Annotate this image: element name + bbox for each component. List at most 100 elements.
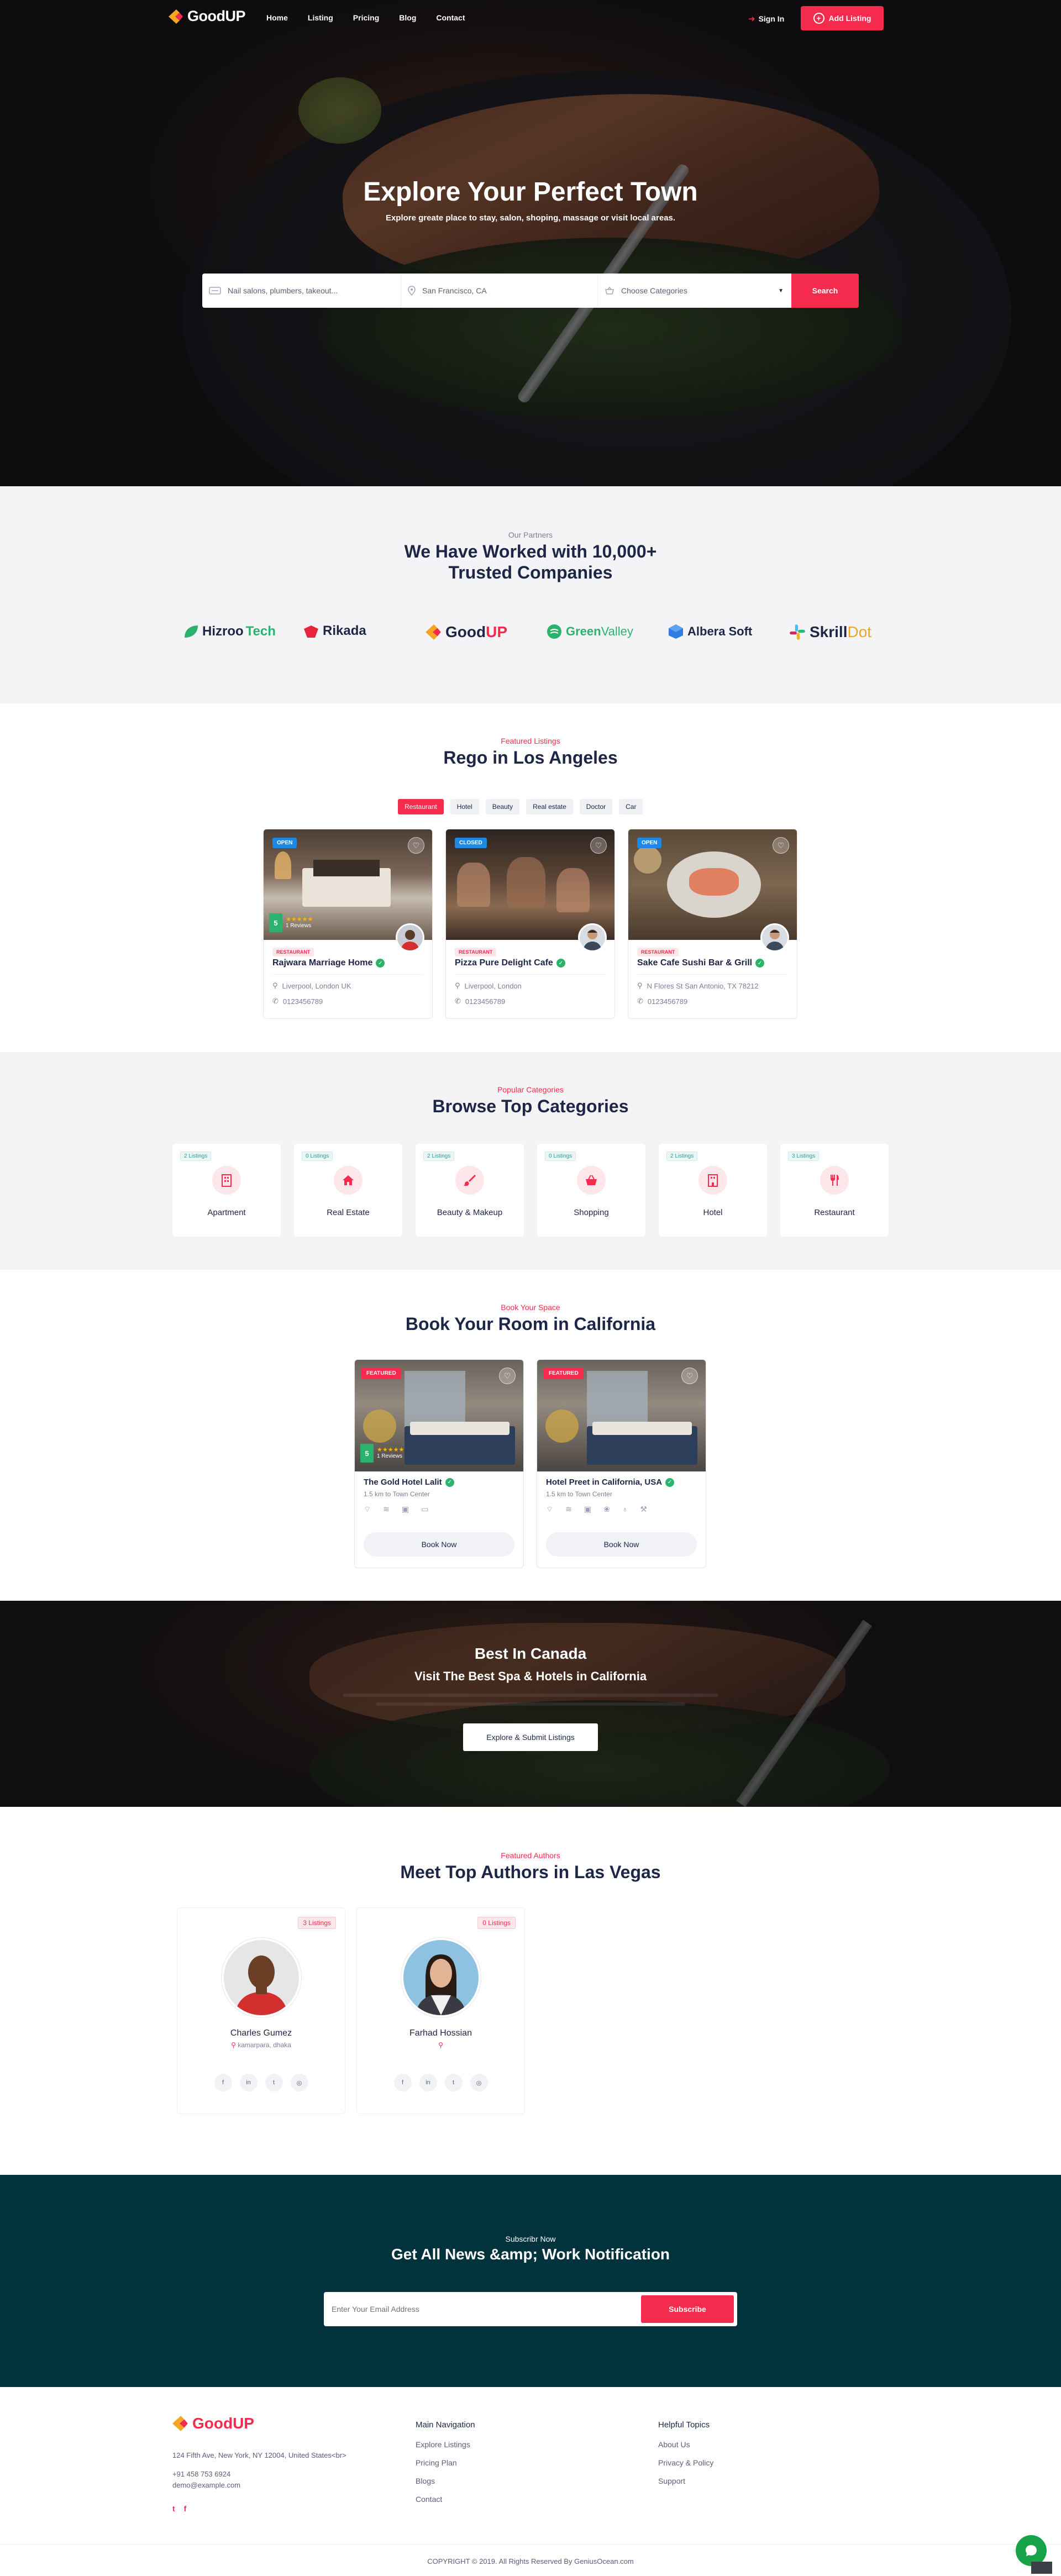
signin-link[interactable]: ➜ Sign In — [748, 14, 784, 24]
twitter-icon[interactable]: t — [172, 2504, 175, 2513]
twitter-icon[interactable]: t — [265, 2074, 283, 2091]
filter-doctor[interactable]: Doctor — [579, 799, 613, 814]
instagram-icon[interactable]: ◎ — [470, 2074, 488, 2091]
listing-card[interactable]: OPEN ♡ RESTAURANT Sake Cafe Sushi Bar & … — [628, 829, 797, 1019]
partner-name: Albera — [687, 624, 726, 638]
add-listing-button[interactable]: + Add Listing — [801, 6, 884, 30]
category-name: Shopping — [574, 1208, 609, 1217]
category-select[interactable]: Choose Categories ▼ — [598, 274, 791, 308]
room-name: Hotel Preet in California, USA — [546, 1478, 663, 1487]
author-image — [235, 1955, 288, 2015]
heart-icon[interactable]: ♡ — [590, 837, 607, 854]
listing-location: ⚲ Liverpool, London UK — [272, 981, 351, 990]
partner-logo-skrilldot: Skrill Dot — [789, 623, 871, 641]
filter-beauty[interactable]: Beauty — [485, 799, 520, 814]
category-card[interactable]: 3 Listings Restaurant — [780, 1144, 889, 1237]
footer-link-blogs[interactable]: Blogs — [416, 2477, 435, 2485]
filter-restaurant[interactable]: Restaurant — [398, 799, 444, 814]
category-card[interactable]: 2 Listings Beauty & Makeup — [416, 1144, 524, 1237]
partner-name: Good — [445, 623, 486, 640]
hero-section: Explore Your Perfect Town Explore greate… — [0, 0, 1061, 486]
author-name[interactable]: Farhad Hossian — [357, 2028, 524, 2038]
room-card[interactable]: FEATURED ♡ Hotel Preet in California, US… — [537, 1359, 706, 1568]
category-card[interactable]: 2 Listings Apartment — [172, 1144, 281, 1237]
nav-blog[interactable]: Blog — [399, 13, 416, 22]
nav-contact[interactable]: Contact — [436, 13, 465, 22]
book-now-button[interactable]: Book Now — [546, 1532, 697, 1557]
authors-eyebrow: Featured Authors — [501, 1851, 560, 1860]
partner-logo-greenvalley: Green Valley — [546, 623, 633, 640]
footer-brand-name: GoodUP — [192, 2415, 254, 2432]
listing-title[interactable]: Rajwara Marriage Home ✓ — [272, 958, 385, 968]
room-title[interactable]: The Gold Hotel Lalit ✓ — [364, 1478, 454, 1487]
author-photo[interactable] — [222, 1938, 301, 2017]
facebook-icon[interactable]: f — [184, 2504, 187, 2513]
chair-shape — [363, 1410, 396, 1443]
twitter-icon[interactable]: t — [444, 2074, 463, 2091]
footer-link-support[interactable]: Support — [658, 2477, 685, 2485]
footer-email[interactable]: demo@example.com — [172, 2481, 240, 2489]
instagram-icon[interactable]: ◎ — [290, 2074, 308, 2091]
author-card[interactable]: 0 Listings Farhad Hossian ⚲ f in t ◎ — [356, 1907, 525, 2114]
pool-icon: ≋ — [565, 1505, 572, 1513]
nav-home[interactable]: Home — [266, 13, 288, 22]
logo[interactable]: GoodUP — [167, 8, 246, 25]
heart-icon[interactable]: ♡ — [499, 1368, 516, 1384]
room-card[interactable]: FEATURED ♡ 5 ★★★★★ 1 Reviews The Gold Hot… — [354, 1359, 524, 1568]
author-card[interactable]: 3 Listings Charles Gumez ⚲ kamarpara, dh… — [177, 1907, 345, 2114]
footer-logo[interactable]: GoodUP — [171, 2415, 254, 2432]
room-title[interactable]: Hotel Preet in California, USA ✓ — [546, 1478, 675, 1487]
heart-icon[interactable]: ♡ — [408, 837, 424, 854]
filter-car[interactable]: Car — [619, 799, 643, 814]
heart-icon[interactable]: ♡ — [681, 1368, 698, 1384]
keyword-field[interactable]: Nail salons, plumbers, takeout... — [202, 274, 401, 308]
cta-subtitle: Visit The Best Spa & Hotels in Californi… — [414, 1669, 647, 1683]
category-card[interactable]: 0 Listings Shopping — [537, 1144, 645, 1237]
subscribe-button[interactable]: Subscribe — [641, 2295, 734, 2323]
facebook-icon[interactable]: f — [393, 2074, 412, 2091]
listing-card[interactable]: CLOSED ♡ RESTAURANT Pizza Pure Delight C… — [445, 829, 615, 1019]
amenity-icons: ⌔ ≋ ▣ ▭ — [364, 1505, 428, 1515]
location-input[interactable]: San Francisco, CA — [422, 286, 487, 295]
scroll-top-button[interactable] — [1031, 2562, 1052, 2574]
filter-hotel[interactable]: Hotel — [450, 799, 479, 814]
category-card[interactable]: 0 Listings Real Estate — [294, 1144, 402, 1237]
email-input[interactable] — [332, 2292, 630, 2326]
listing-title[interactable]: Pizza Pure Delight Cafe ✓ — [455, 958, 565, 968]
featured-badge: FEATURED — [361, 1368, 401, 1379]
nav-pricing[interactable]: Pricing — [353, 13, 379, 22]
nav-listing[interactable]: Listing — [308, 13, 333, 22]
heart-icon[interactable]: ♡ — [773, 837, 789, 854]
owner-avatar[interactable] — [578, 923, 607, 952]
search-button[interactable]: Search — [791, 274, 859, 308]
partner-wordmark: Rikada — [323, 624, 366, 639]
authors-title: Meet Top Authors in Las Vegas — [400, 1862, 661, 1882]
category-pill: RESTAURANT — [455, 948, 497, 956]
footer-link-contact[interactable]: Contact — [416, 2495, 442, 2504]
linkedin-icon[interactable]: in — [239, 2074, 258, 2091]
owner-avatar[interactable] — [760, 923, 789, 952]
author-photo[interactable] — [401, 1938, 481, 2017]
facebook-icon[interactable]: f — [214, 2074, 232, 2091]
chevron-down-icon: ▼ — [778, 287, 784, 294]
listing-location-text: Liverpool, London UK — [282, 981, 351, 990]
listing-card[interactable]: OPEN ♡ 5 ★★★★★ 1 Reviews RESTAURANT Rajwa… — [263, 829, 433, 1019]
footer-link-explore[interactable]: Explore Listings — [416, 2440, 470, 2449]
linkedin-icon[interactable]: in — [419, 2074, 437, 2091]
author-name[interactable]: Charles Gumez — [177, 2028, 345, 2038]
listing-title[interactable]: Sake Cafe Sushi Bar & Grill ✓ — [637, 958, 765, 968]
featured-badge: FEATURED — [544, 1368, 584, 1379]
explore-submit-button[interactable]: Explore & Submit Listings — [463, 1723, 598, 1751]
author-social-links: f in t ◎ — [177, 2074, 345, 2091]
book-now-button[interactable]: Book Now — [364, 1532, 514, 1557]
location-field[interactable]: San Francisco, CA — [401, 274, 598, 308]
footer-link-pricing[interactable]: Pricing Plan — [416, 2458, 457, 2467]
cta-title: Best In Canada — [474, 1645, 587, 1662]
category-card[interactable]: 2 Listings Hotel — [659, 1144, 767, 1237]
keyword-input[interactable]: Nail salons, plumbers, takeout... — [228, 286, 338, 295]
filter-real-estate[interactable]: Real estate — [526, 799, 573, 814]
owner-avatar[interactable] — [396, 923, 424, 952]
listing-phone: ✆ 0123456789 — [637, 997, 687, 1006]
footer-link-privacy[interactable]: Privacy & Policy — [658, 2458, 713, 2467]
footer-link-about[interactable]: About Us — [658, 2440, 690, 2449]
